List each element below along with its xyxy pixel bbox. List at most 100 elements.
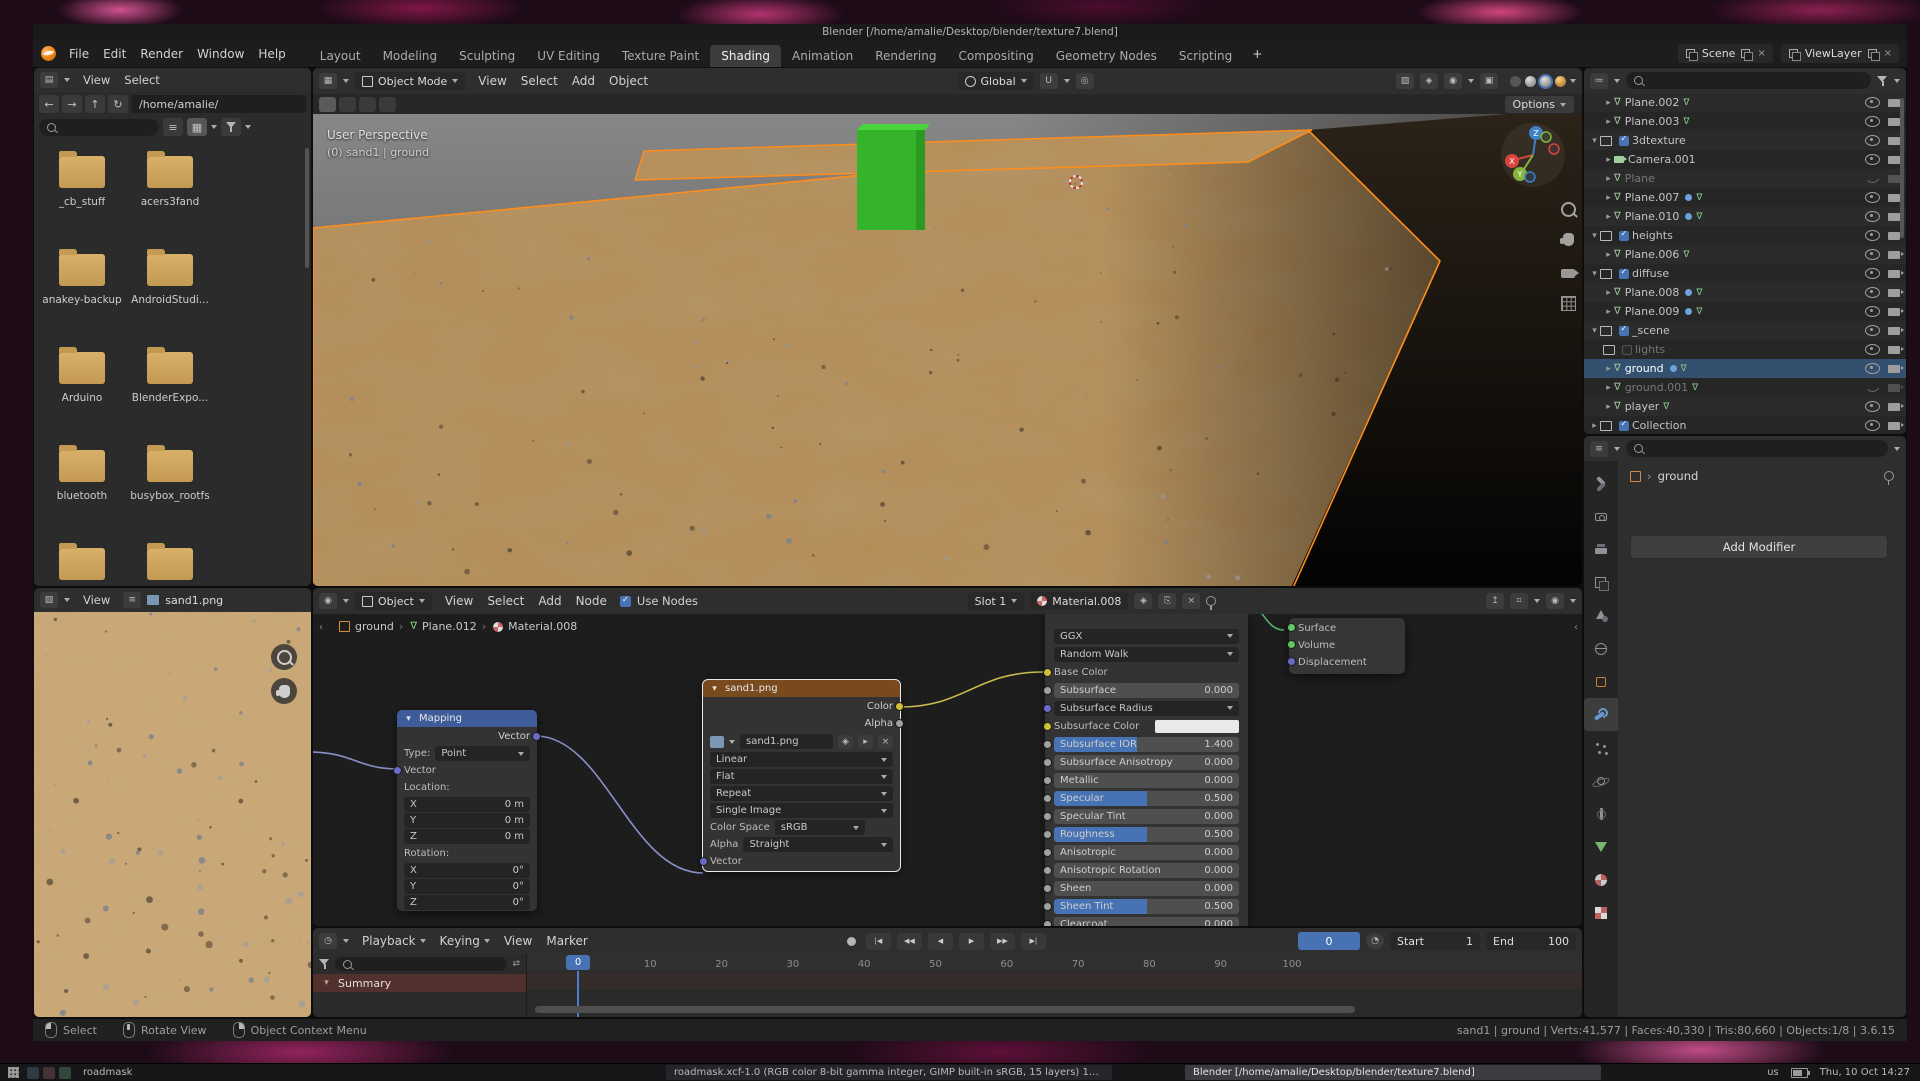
filter-icon[interactable] bbox=[319, 959, 330, 969]
timeline-editor[interactable]: ◷ Playback Keying View bbox=[313, 928, 1582, 1017]
disclosure-closed-icon[interactable] bbox=[1603, 364, 1614, 374]
enum-dropdown[interactable]: Flat bbox=[710, 769, 893, 784]
bsdf-row[interactable]: Specular Specular Specular Specular0.500… bbox=[1054, 790, 1239, 806]
image-menu-icon[interactable]: ≡ bbox=[123, 592, 141, 608]
channel-search-input[interactable] bbox=[335, 957, 507, 971]
window-titlebar[interactable]: Blender [/home/amalie/Desktop/blender/te… bbox=[33, 24, 1907, 40]
outliner-row[interactable]: Plane.009 bbox=[1584, 302, 1906, 321]
color-swatch[interactable] bbox=[1155, 720, 1239, 733]
filter-chevron-icon[interactable] bbox=[1894, 79, 1900, 83]
taskbar-item[interactable]: roadmask bbox=[75, 1065, 140, 1080]
outliner-row[interactable]: heights bbox=[1584, 226, 1906, 245]
folder-item[interactable]: bluetooth bbox=[38, 440, 126, 538]
hide-in-viewport-toggle[interactable] bbox=[1865, 363, 1880, 374]
disclosure-closed-icon[interactable] bbox=[1603, 193, 1614, 203]
workspace-tab[interactable]: Texture Paint bbox=[611, 45, 710, 67]
input-socket[interactable] bbox=[1043, 740, 1052, 749]
bsdf-row[interactable]: Clearcoat Clearcoat Clearcoat Clearcoat0… bbox=[1054, 916, 1239, 926]
input-socket[interactable] bbox=[1043, 920, 1052, 926]
folder-item[interactable]: Desktop bbox=[38, 538, 126, 586]
input-socket[interactable] bbox=[1043, 668, 1052, 677]
pin-icon[interactable] bbox=[1884, 471, 1894, 481]
outliner-row[interactable]: Plane.006 bbox=[1584, 245, 1906, 264]
shader-menu[interactable]: Add bbox=[531, 593, 568, 609]
editor-type-icon[interactable]: ▤ bbox=[40, 72, 58, 88]
play-button[interactable]: ▶ bbox=[959, 933, 984, 950]
alpha-output-socket[interactable] bbox=[895, 719, 904, 728]
unlink-material-icon[interactable]: × bbox=[1182, 593, 1200, 609]
material-selector[interactable]: Material.008 bbox=[1030, 592, 1128, 610]
collection-checkbox[interactable] bbox=[1619, 421, 1629, 431]
unlink-scene-icon[interactable]: × bbox=[1757, 48, 1765, 59]
outliner-scrollbar[interactable] bbox=[1900, 98, 1904, 238]
options-button[interactable]: Options bbox=[1505, 96, 1574, 113]
disclosure-open-icon[interactable] bbox=[1589, 326, 1600, 336]
hide-in-viewport-toggle[interactable] bbox=[1865, 211, 1880, 222]
workspace-tab[interactable]: Shading bbox=[710, 45, 781, 67]
disable-in-renders-toggle[interactable] bbox=[1888, 346, 1900, 354]
viewport-scene[interactable] bbox=[313, 114, 1582, 586]
outliner-row[interactable]: player bbox=[1584, 397, 1906, 416]
outliner-row[interactable]: ground bbox=[1584, 359, 1906, 378]
disable-in-renders-toggle[interactable] bbox=[1888, 175, 1900, 183]
vector-output-socket[interactable] bbox=[532, 732, 541, 741]
snapping-chevron-icon[interactable] bbox=[1534, 599, 1540, 603]
app-icon[interactable] bbox=[43, 1067, 55, 1079]
viewport-menu[interactable]: View bbox=[471, 73, 513, 89]
navigation-gizmo[interactable]: X Y Z bbox=[1498, 120, 1568, 190]
file-browser-menu[interactable]: View bbox=[76, 72, 117, 88]
keyboard-layout[interactable]: us bbox=[1767, 1067, 1779, 1078]
value-slider[interactable]: Subsurface0.000 bbox=[1054, 683, 1239, 698]
disable-in-renders-toggle[interactable] bbox=[1888, 194, 1900, 202]
disable-in-renders-toggle[interactable] bbox=[1888, 251, 1900, 259]
input-socket[interactable] bbox=[1043, 866, 1052, 875]
file-browser-menu[interactable]: Select bbox=[117, 72, 166, 88]
bsdf-row[interactable]: Subsurface Anisotropy Subsurface Anisotr… bbox=[1054, 754, 1239, 770]
input-socket[interactable] bbox=[1043, 704, 1052, 713]
collapse-region-icon[interactable]: ‹ bbox=[319, 622, 323, 633]
add-modifier-button[interactable]: Add Modifier bbox=[1630, 535, 1888, 559]
enum-dropdown[interactable]: GGX bbox=[1054, 629, 1239, 644]
tool-select-circle-icon[interactable] bbox=[359, 97, 376, 112]
outliner-search-input[interactable] bbox=[1626, 72, 1871, 89]
camera-view-icon[interactable] bbox=[1555, 260, 1581, 286]
outliner-row[interactable]: ground.001 bbox=[1584, 378, 1906, 397]
shading-material-icon[interactable] bbox=[1540, 76, 1551, 87]
tool-select-box-icon[interactable] bbox=[339, 97, 356, 112]
snap-chevron-icon[interactable] bbox=[1064, 79, 1070, 83]
hide-in-viewport-toggle[interactable] bbox=[1865, 325, 1880, 336]
properties-tab-view-layer[interactable] bbox=[1584, 566, 1618, 599]
tool-tweak-icon[interactable] bbox=[319, 97, 336, 112]
editor-type-icon[interactable]: ◷ bbox=[319, 933, 337, 949]
workspace-tab[interactable]: Rendering bbox=[864, 45, 947, 67]
material-output-node[interactable]: Surface Volume Displacement bbox=[1289, 618, 1405, 674]
hide-in-viewport-toggle[interactable] bbox=[1865, 135, 1880, 146]
folder-item[interactable]: AndroidStudi... bbox=[126, 244, 214, 342]
outliner-row[interactable]: Plane.008 bbox=[1584, 283, 1906, 302]
value-slider[interactable]: Clearcoat0.000 bbox=[1054, 917, 1239, 927]
properties-tab-object[interactable] bbox=[1584, 665, 1618, 698]
disable-in-renders-toggle[interactable] bbox=[1888, 137, 1900, 145]
outliner-row[interactable]: Plane bbox=[1584, 169, 1906, 188]
bsdf-row[interactable]: Subsurface IOR Subsurface IOR Subsurface… bbox=[1054, 736, 1239, 752]
menu-item[interactable]: Window bbox=[190, 46, 251, 62]
playhead-frame-badge[interactable]: 0 bbox=[566, 955, 590, 970]
new-scene-icon[interactable] bbox=[1740, 48, 1752, 60]
display-list-button[interactable]: ≡ bbox=[163, 118, 183, 136]
selectability-icon[interactable]: ▧ bbox=[1396, 73, 1414, 89]
enum-dropdown[interactable]: Random Walk bbox=[1054, 647, 1239, 662]
hide-in-viewport-toggle[interactable] bbox=[1865, 154, 1880, 165]
outliner-row[interactable]: _scene bbox=[1584, 321, 1906, 340]
hide-in-viewport-toggle[interactable] bbox=[1865, 287, 1880, 298]
vector-dropdown[interactable]: Subsurface Radius bbox=[1054, 701, 1239, 716]
disable-in-renders-toggle[interactable] bbox=[1888, 384, 1900, 392]
value-slider[interactable]: Anisotropic0.000 bbox=[1054, 845, 1239, 860]
new-viewlayer-icon[interactable] bbox=[1867, 48, 1879, 60]
disable-in-renders-toggle[interactable] bbox=[1888, 365, 1900, 373]
shading-wireframe-icon[interactable] bbox=[1510, 76, 1521, 87]
properties-tab-material[interactable] bbox=[1584, 863, 1618, 896]
slot-selector[interactable]: Slot 1 bbox=[968, 592, 1025, 610]
properties-tab-output[interactable] bbox=[1584, 533, 1618, 566]
folder-item[interactable]: _cb_stuff bbox=[38, 146, 126, 244]
vector-input-socket[interactable] bbox=[699, 857, 708, 866]
